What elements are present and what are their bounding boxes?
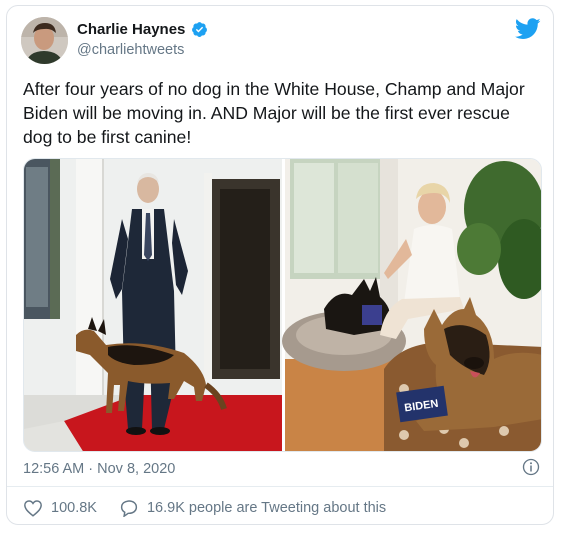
speech-bubble-icon: [120, 500, 138, 517]
tweet-photos[interactable]: BIDEN: [24, 159, 542, 452]
tweet-media[interactable]: BIDEN: [23, 158, 542, 452]
verified-badge-icon: [192, 22, 207, 37]
avatar[interactable]: [21, 17, 68, 64]
info-icon[interactable]: [522, 458, 540, 476]
tweeting-about-text: 16.9K people are Tweeting about this: [146, 500, 387, 516]
like-count: 100.8K: [51, 500, 97, 516]
tweet-timestamp[interactable]: 12:56 AM · Nov 8, 2020: [23, 461, 175, 477]
heart-icon: [24, 500, 42, 517]
twitter-bird-icon[interactable]: [515, 18, 541, 40]
photo-right[interactable]: BIDEN: [282, 159, 542, 452]
author-name[interactable]: Charlie Haynes: [77, 21, 185, 38]
author-handle[interactable]: @charliehtweets: [77, 42, 184, 58]
like-button[interactable]: 100.8K: [23, 499, 97, 517]
divider: [7, 486, 553, 487]
photo-left[interactable]: [24, 159, 282, 452]
tweet-actions: 100.8K 16.9K people are Tweeting about t…: [23, 498, 408, 518]
reply-discussion-button[interactable]: 16.9K people are Tweeting about this: [119, 499, 386, 517]
tweet-text: After four years of no dog in the White …: [23, 79, 525, 147]
tweet-card[interactable]: Charlie Haynes @charliehtweets After fou…: [6, 5, 554, 525]
